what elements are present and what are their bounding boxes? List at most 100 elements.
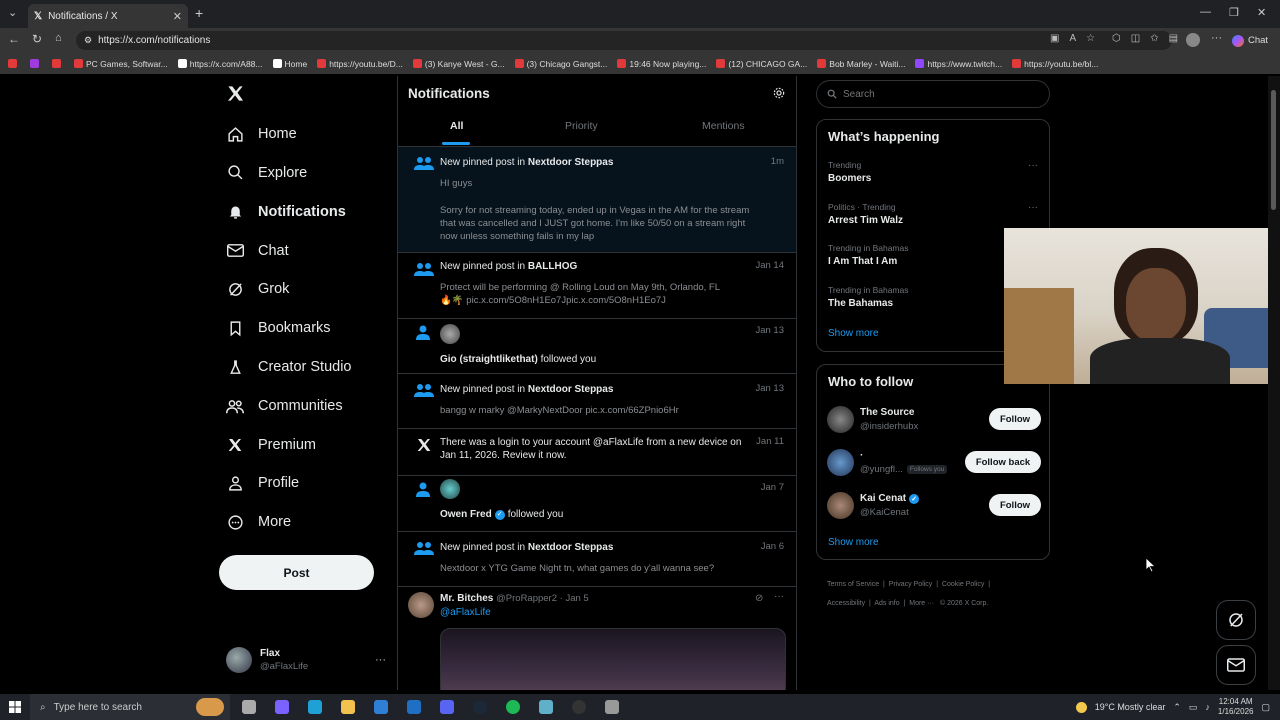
follow-suggestion[interactable]: The Source @insiderhubx Follow bbox=[827, 404, 1041, 436]
community-name[interactable]: Nextdoor Steppas bbox=[528, 542, 614, 553]
search-bar[interactable] bbox=[816, 80, 1050, 108]
show-more-link[interactable]: Show more bbox=[828, 328, 879, 339]
avatar[interactable] bbox=[408, 592, 434, 618]
app-icon[interactable] bbox=[539, 700, 553, 714]
community-name[interactable]: BALLHOG bbox=[528, 261, 577, 272]
avatar[interactable] bbox=[827, 406, 854, 433]
browser-app-icon[interactable] bbox=[605, 700, 619, 714]
steam-icon[interactable] bbox=[473, 700, 487, 714]
community-name[interactable]: Nextdoor Steppas bbox=[528, 157, 614, 168]
x-logo-icon[interactable] bbox=[226, 84, 245, 103]
user-name[interactable]: Mr. Bitches bbox=[440, 593, 493, 604]
footer-privacy[interactable]: Privacy Policy bbox=[889, 581, 933, 588]
more-options-icon[interactable]: ··· bbox=[375, 654, 386, 666]
url-field[interactable]: ⚙ https://x.com/notifications bbox=[76, 31, 1172, 50]
notification-item[interactable]: New pinned post in Nextdoor Steppas Jan … bbox=[398, 374, 796, 429]
nav-item-home[interactable]: Home bbox=[226, 120, 297, 148]
minimize-icon[interactable]: — bbox=[1200, 6, 1211, 18]
weather-text[interactable]: 19°C Mostly clear bbox=[1095, 702, 1166, 712]
task-view-icon[interactable] bbox=[242, 700, 256, 714]
bookmark-item[interactable]: (12) CHICAGO GA... bbox=[716, 59, 807, 69]
nav-item-grok[interactable]: Grok bbox=[226, 275, 289, 303]
user-name[interactable]: Owen Fred bbox=[440, 508, 492, 521]
nav-item-chat[interactable]: Chat bbox=[226, 237, 289, 265]
profile-avatar[interactable] bbox=[1186, 33, 1200, 47]
page-scrollbar[interactable] bbox=[1268, 76, 1280, 690]
close-window-icon[interactable]: ✕ bbox=[1257, 6, 1266, 19]
copilot-chat-button[interactable]: Chat bbox=[1232, 31, 1276, 50]
follow-back-button[interactable]: Follow back bbox=[965, 451, 1041, 473]
footer-cookie[interactable]: Cookie Policy bbox=[942, 581, 984, 588]
bookmark-item[interactable]: https://youtu.be/D... bbox=[317, 59, 403, 69]
extensions-icon[interactable]: ⬡ bbox=[1112, 33, 1121, 44]
notification-item[interactable]: New pinned post in Nextdoor Steppas 1m H… bbox=[398, 147, 796, 253]
windows-start-icon[interactable] bbox=[0, 701, 30, 713]
suggestion-name[interactable]: The Source bbox=[860, 407, 914, 418]
split-screen-icon[interactable]: ◫ bbox=[1131, 33, 1140, 44]
store-icon[interactable] bbox=[374, 700, 388, 714]
new-tab-icon[interactable]: + bbox=[195, 5, 203, 21]
browser-tab[interactable]: 𝕏 Notifications / X ✕ bbox=[28, 4, 188, 28]
post-media-image[interactable] bbox=[440, 628, 786, 690]
volume-icon[interactable]: ♪ bbox=[1205, 702, 1210, 712]
read-aloud-icon[interactable]: A bbox=[1069, 33, 1076, 44]
collections-icon[interactable]: ▤ bbox=[1169, 33, 1178, 44]
community-name[interactable]: Nextdoor Steppas bbox=[528, 384, 614, 395]
search-input[interactable] bbox=[843, 88, 1023, 100]
footer-terms[interactable]: Terms of Service bbox=[827, 581, 879, 588]
tab-priority[interactable]: Priority bbox=[565, 120, 598, 132]
grok-icon[interactable]: ⊘ bbox=[755, 593, 763, 604]
settings-menu-icon[interactable]: ··· bbox=[1211, 32, 1222, 44]
account-switcher[interactable]: Flax @aFlaxLife ··· bbox=[226, 644, 386, 676]
back-icon[interactable]: ← bbox=[8, 32, 20, 46]
clock[interactable]: 12:04 AM 1/16/2026 bbox=[1218, 697, 1254, 717]
notification-item[interactable]: There was a login to your account @aFlax… bbox=[398, 429, 796, 476]
bookmark-item[interactable] bbox=[30, 59, 42, 68]
nav-item-explore[interactable]: Explore bbox=[226, 159, 307, 187]
taskbar-search[interactable]: ⌕ Type here to search bbox=[30, 694, 230, 720]
trend-item[interactable]: Politics · Trending Arrest Tim Walz ··· bbox=[828, 202, 1038, 226]
favorite-icon[interactable]: ☆ bbox=[1086, 33, 1095, 44]
notification-center-icon[interactable]: ▢ bbox=[1261, 702, 1270, 713]
obs-icon[interactable] bbox=[572, 700, 586, 714]
show-more-link[interactable]: Show more bbox=[828, 537, 879, 548]
tab-list-icon[interactable]: ⌄ bbox=[8, 6, 17, 19]
bookmark-item[interactable] bbox=[52, 59, 64, 68]
edge-browser-icon[interactable] bbox=[308, 700, 322, 714]
bookmark-item[interactable]: Bob Marley - Waiti... bbox=[817, 59, 905, 69]
notification-item[interactable]: Jan 7 Owen Fred ✓ followed you bbox=[398, 476, 796, 532]
tab-all[interactable]: All bbox=[450, 120, 463, 132]
favorites-bar-icon[interactable]: ✩ bbox=[1150, 33, 1158, 44]
messages-float-button[interactable] bbox=[1216, 645, 1256, 685]
notification-item[interactable]: Jan 13 Gio (straightlikethat) followed y… bbox=[398, 319, 796, 374]
home-page-icon[interactable]: ⌂ bbox=[55, 32, 62, 44]
nav-item-communities[interactable]: Communities bbox=[226, 392, 343, 420]
bookmark-item[interactable]: Home bbox=[272, 59, 307, 69]
trend-item[interactable]: Trending Boomers ··· bbox=[828, 160, 1038, 184]
settings-icon[interactable] bbox=[772, 86, 786, 100]
refresh-icon[interactable]: ↻ bbox=[32, 32, 42, 46]
nav-item-bookmarks[interactable]: Bookmarks bbox=[226, 314, 331, 342]
tray-overflow-icon[interactable]: ⌃ bbox=[1173, 702, 1181, 713]
avatar[interactable] bbox=[440, 324, 460, 344]
bookmark-item[interactable]: (3) Chicago Gangst... bbox=[514, 59, 607, 69]
bookmark-item[interactable]: PC Games, Softwar... bbox=[74, 59, 168, 69]
notification-item[interactable]: New pinned post in Nextdoor Steppas Jan … bbox=[398, 532, 796, 587]
bookmark-item[interactable]: https://youtu.be/bl... bbox=[1012, 59, 1098, 69]
post-button[interactable]: Post bbox=[219, 555, 374, 590]
nav-item-premium[interactable]: Premium bbox=[226, 431, 316, 459]
avatar[interactable] bbox=[827, 449, 854, 476]
maximize-icon[interactable]: ❐ bbox=[1229, 6, 1239, 19]
discord-icon[interactable] bbox=[440, 700, 454, 714]
avatar[interactable] bbox=[827, 492, 854, 519]
more-options-icon[interactable]: ··· bbox=[1028, 202, 1038, 213]
suggestion-name[interactable]: Kai Cenat bbox=[860, 493, 906, 504]
more-options-icon[interactable]: ··· bbox=[774, 591, 784, 602]
footer-more[interactable]: More ··· bbox=[909, 600, 934, 607]
outlook-icon[interactable] bbox=[407, 700, 421, 714]
nav-item-profile[interactable]: Profile bbox=[226, 469, 299, 497]
nav-item-notifications[interactable]: Notifications bbox=[226, 198, 346, 226]
follow-button[interactable]: Follow bbox=[989, 408, 1041, 430]
mention-link[interactable]: @aFlaxLife bbox=[440, 607, 491, 618]
bookmark-item[interactable]: (3) Kanye West - G... bbox=[412, 59, 505, 69]
